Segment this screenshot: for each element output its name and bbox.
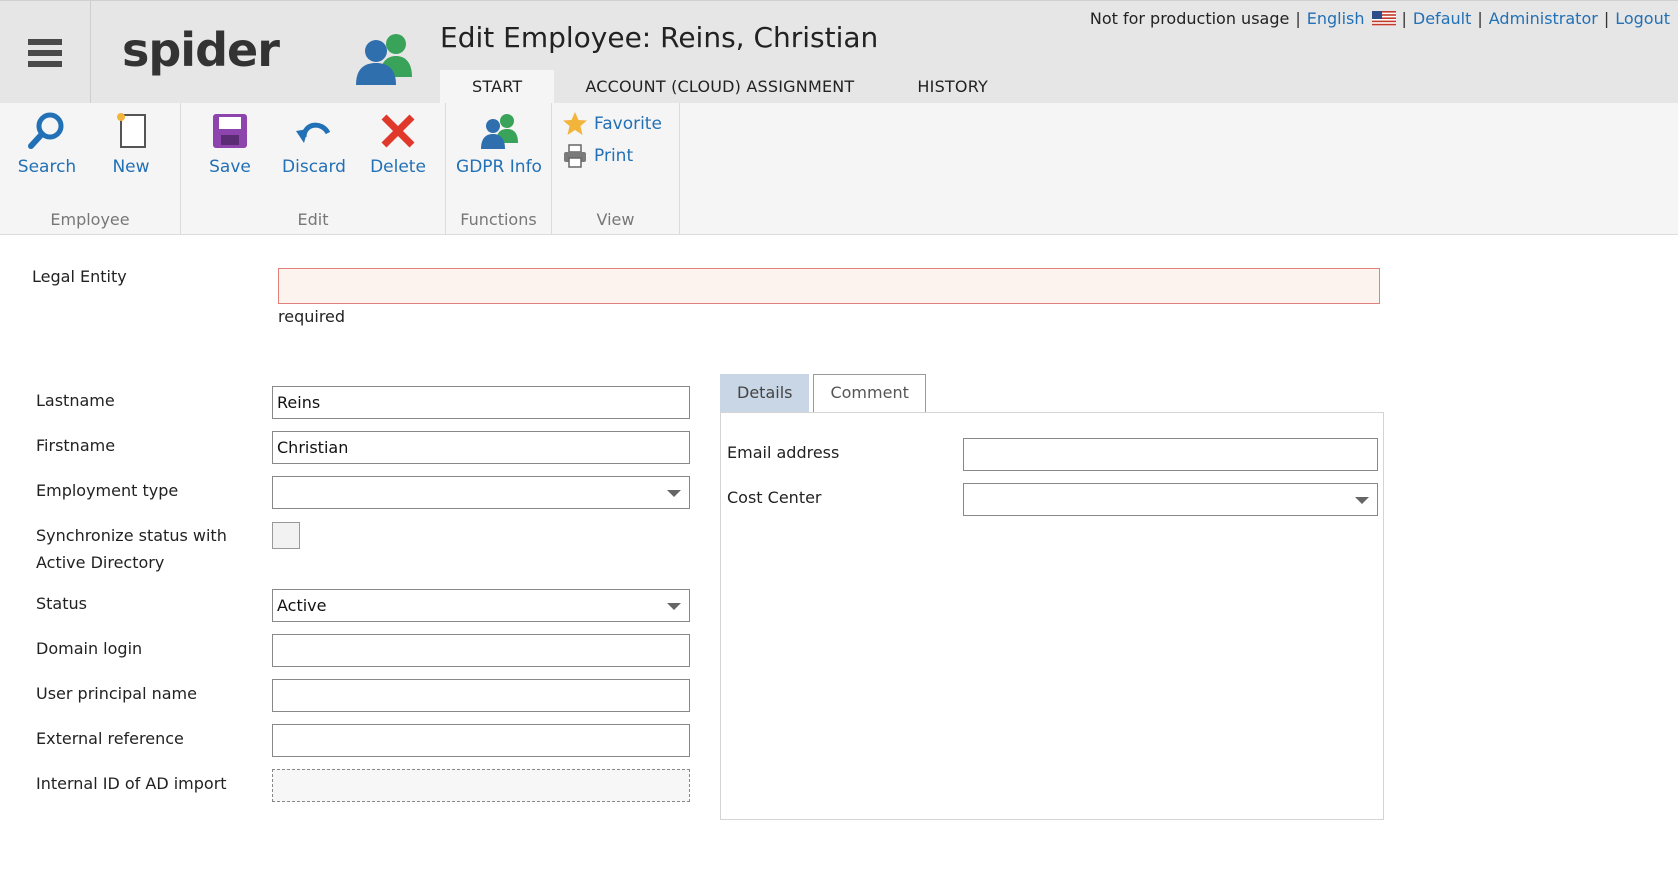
save-button-label: Save	[209, 157, 251, 177]
sync-status-label-line2: Active Directory	[36, 553, 165, 572]
domain-login-input[interactable]	[272, 634, 690, 667]
tab-history[interactable]: HISTORY	[886, 70, 1019, 104]
chevron-down-icon	[667, 490, 681, 497]
print-button[interactable]: Print	[562, 143, 633, 169]
main-tabs: START ACCOUNT (CLOUD) ASSIGNMENT HISTORY	[440, 70, 1019, 104]
people-icon	[481, 114, 518, 149]
group-label-employee: Employee	[50, 210, 130, 229]
external-reference-input[interactable]	[272, 724, 690, 757]
favorite-label: Favorite	[594, 114, 662, 134]
ribbon-group-functions: GDPR Info Functions	[446, 103, 552, 235]
legal-entity-required-hint: required	[278, 307, 346, 326]
tab-details[interactable]: Details	[720, 374, 810, 412]
separator: |	[1401, 9, 1407, 28]
separator: |	[1295, 9, 1301, 28]
ribbon-toolbar: Search New Employee Save Discard Delete …	[0, 103, 1678, 235]
separator: |	[1477, 9, 1483, 28]
email-label: Email address	[727, 443, 840, 462]
new-button[interactable]: New	[106, 111, 156, 177]
cost-center-select[interactable]	[963, 483, 1378, 516]
separator: |	[1603, 9, 1610, 28]
lastname-input[interactable]: Reins	[272, 386, 690, 419]
delete-button-label: Delete	[370, 157, 426, 177]
upn-label: User principal name	[36, 684, 197, 703]
gdpr-info-button[interactable]: GDPR Info	[454, 111, 544, 177]
tab-account-assignment[interactable]: ACCOUNT (CLOUD) ASSIGNMENT	[554, 70, 886, 104]
print-label: Print	[594, 146, 634, 166]
hamburger-icon	[28, 38, 62, 67]
lastname-label: Lastname	[36, 391, 115, 410]
ribbon-group-view: Favorite Print View	[552, 103, 680, 235]
new-button-label: New	[112, 157, 150, 177]
internal-id-input	[272, 769, 690, 802]
printer-icon	[564, 144, 586, 168]
legal-entity-label: Legal Entity	[32, 267, 127, 286]
employment-type-select[interactable]	[272, 476, 690, 509]
chevron-down-icon	[667, 603, 681, 610]
firstname-label: Firstname	[36, 436, 116, 455]
star-icon	[563, 112, 587, 135]
email-input[interactable]	[963, 438, 1378, 471]
tab-comment[interactable]: Comment	[813, 374, 926, 412]
discard-button[interactable]: Discard	[279, 111, 349, 177]
us-flag-icon[interactable]	[1371, 11, 1396, 26]
status-label: Status	[36, 594, 87, 613]
menu-button[interactable]	[0, 1, 91, 104]
chevron-down-icon	[1355, 497, 1369, 504]
status-value: Active	[277, 596, 327, 615]
logout-link[interactable]: Logout	[1615, 9, 1670, 28]
status-select[interactable]: Active	[272, 589, 690, 622]
new-document-icon	[117, 113, 146, 148]
employees-icon	[356, 34, 412, 85]
group-label-edit: Edit	[297, 210, 329, 229]
cost-center-label: Cost Center	[727, 488, 822, 507]
magnifier-icon	[28, 112, 64, 149]
app-logo: spider	[122, 23, 280, 77]
search-button-label: Search	[17, 157, 77, 177]
gdpr-info-label: GDPR Info	[456, 157, 542, 177]
group-label-functions: Functions	[460, 210, 537, 229]
red-x-icon	[381, 114, 415, 148]
tab-start[interactable]: START	[440, 70, 555, 104]
app-header: spider Edit Employee: Reins, Christian N…	[0, 0, 1678, 104]
ribbon-group-employee: Search New Employee	[0, 103, 181, 235]
legal-entity-input[interactable]	[278, 268, 1380, 304]
upn-input[interactable]	[272, 679, 690, 712]
default-link[interactable]: Default	[1413, 9, 1471, 28]
details-panel: Email address Cost Center	[720, 412, 1384, 820]
undo-icon	[296, 122, 331, 143]
discard-button-label: Discard	[282, 157, 346, 177]
internal-id-label: Internal ID of AD import	[36, 774, 227, 793]
favorite-button[interactable]: Favorite	[562, 111, 662, 137]
detail-tabs: Details Comment	[720, 374, 930, 412]
group-label-view: View	[596, 210, 635, 229]
search-button[interactable]: Search	[17, 111, 77, 177]
language-link[interactable]: English	[1307, 9, 1365, 28]
save-button[interactable]: Save	[205, 111, 255, 177]
user-link[interactable]: Administrator	[1489, 9, 1598, 28]
sync-status-label-line1: Synchronize status with	[36, 526, 227, 545]
floppy-disk-icon	[213, 114, 247, 148]
page-title: Edit Employee: Reins, Christian	[440, 21, 879, 54]
external-reference-label: External reference	[36, 729, 184, 748]
delete-button[interactable]: Delete	[368, 111, 428, 177]
domain-login-label: Domain login	[36, 639, 143, 658]
top-links: Not for production usage | English | Def…	[1090, 9, 1670, 28]
sync-status-checkbox[interactable]	[272, 522, 300, 549]
production-notice: Not for production usage	[1089, 9, 1290, 28]
employment-type-label: Employment type	[36, 481, 179, 500]
ribbon-group-edit: Save Discard Delete Edit	[181, 103, 446, 235]
firstname-input[interactable]: Christian	[272, 431, 690, 464]
